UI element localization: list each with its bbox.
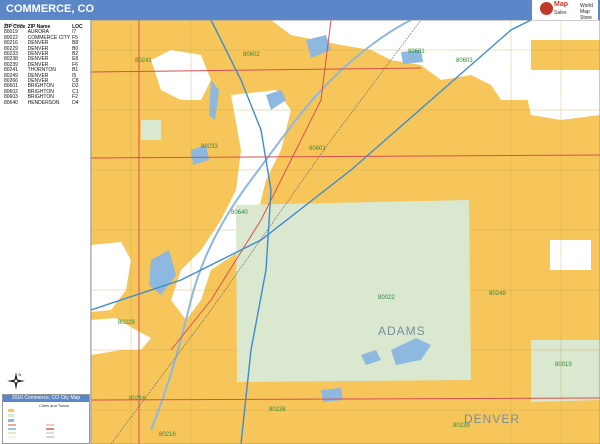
legend-symbols [8,409,54,438]
map-area[interactable]: 80241 80602 80601 80603 80233 80601 8064… [91,20,600,444]
logo-sub-text: Sales [554,10,567,16]
zip-name: HENDERSON [27,99,60,106]
zip-row: 80640 HENDERSON D4 [4,99,85,106]
legend-title: 2016 Commerce, CO City Map [3,395,89,402]
zip-table: ZIP Code ZIP Name LOC 80019 AURORA I7 8002… [4,24,85,106]
zip-label: 80019 [555,362,572,368]
zip-label: 80233 [201,144,218,150]
zip-label: 80601 [309,146,326,152]
compass-north-label: N [19,372,22,377]
zip-loc: D4 [72,99,79,106]
compass-rose-icon: N [7,372,25,390]
map-legend: 2016 Commerce, CO City Map Cities and To… [2,394,90,444]
logo-main-text: Map [554,1,568,8]
zip-label: 80249 [489,291,506,297]
zip-label: 80241 [135,58,152,64]
logo-badge-icon [540,2,553,15]
zip-label: 80238 [269,407,286,413]
zip-label: 80216 [159,432,176,438]
map-canvas [91,20,600,444]
zip-label: 80022 [378,295,395,301]
zip-code: 80640 [4,99,18,106]
title-bar: COMMERCE, CO Map Sales World Map Store [0,0,600,21]
county-label-adams: ADAMS [378,324,426,338]
zip-label: 80216 [129,396,146,402]
zip-label: 80601 [408,49,425,55]
zip-label: 80229 [118,320,135,326]
brand-logo: Map Sales World Map Store [532,0,598,21]
county-label-denver: DENVER [464,412,521,426]
zip-label: 80640 [231,210,248,216]
zip-label: 80602 [243,52,260,58]
logo-right-text: World Map Store [580,3,593,21]
zip-label: 80603 [456,58,473,64]
map-title: COMMERCE, CO [6,3,94,15]
